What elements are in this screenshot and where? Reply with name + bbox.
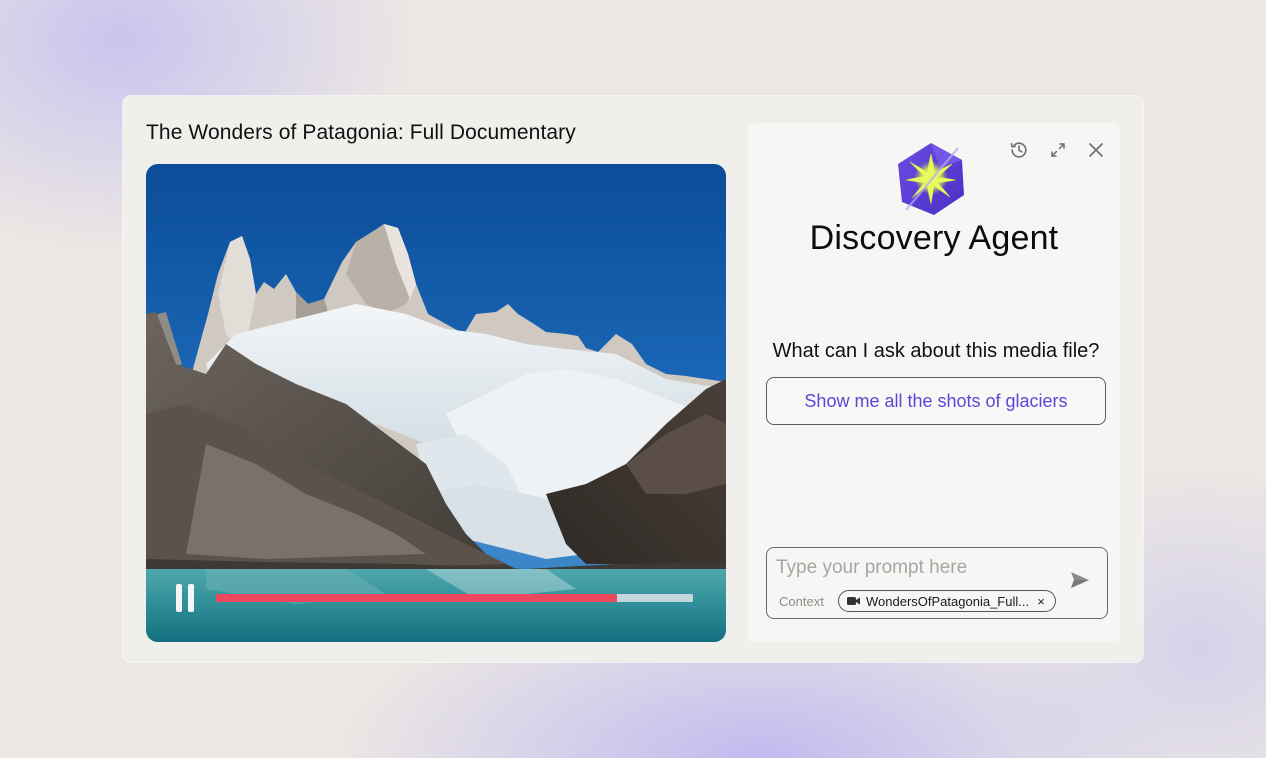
expand-icon [1051,143,1065,157]
agent-name: Discovery Agent [809,219,1059,257]
video-title: The Wonders of Patagonia: Full Documenta… [146,121,576,144]
agent-panel: Discovery Agent What can I ask about thi… [748,123,1120,642]
send-button[interactable] [1068,568,1092,592]
progress-bar[interactable] [216,594,693,602]
context-chip: WondersOfPatagonia_Full... × [838,590,1056,612]
remove-context-icon[interactable]: × [1035,594,1047,609]
close-button[interactable] [1084,138,1108,162]
context-file-name: WondersOfPatagonia_Full... [866,593,1030,609]
suggestion-heading: What can I ask about this media file? [772,340,1100,362]
video-camera-icon [847,597,860,605]
expand-button[interactable] [1046,138,1070,162]
pause-icon [176,584,182,612]
suggestion-button[interactable]: Show me all the shots of glaciers [766,377,1106,425]
pause-button[interactable] [174,584,196,612]
prompt-input[interactable] [776,554,1056,582]
close-icon [1089,143,1103,157]
progress-fill [216,594,617,602]
context-label: Context [779,594,824,609]
history-icon [1010,142,1027,158]
history-button[interactable] [1007,138,1031,162]
app-window: The Wonders of Patagonia: Full Documenta… [123,96,1143,662]
send-icon [1071,572,1089,588]
video-player[interactable] [146,164,726,642]
agent-logo-icon [898,143,964,215]
prompt-box: Context WondersOfPatagonia_Full... × [766,547,1108,619]
video-frame [146,164,726,642]
